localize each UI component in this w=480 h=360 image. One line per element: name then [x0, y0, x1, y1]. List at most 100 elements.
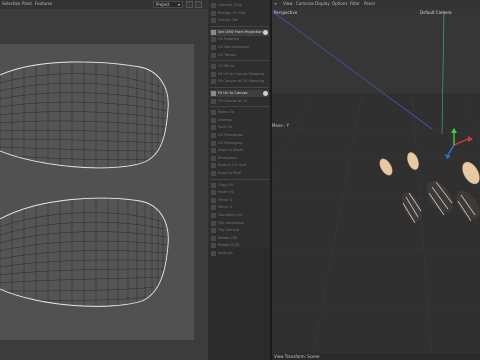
uv-command-item[interactable]: Flip Vertical — [210, 227, 269, 234]
uv-command-item[interactable]: Rotate CCW — [210, 242, 269, 249]
panel-separator — [210, 87, 269, 88]
menu-filter[interactable]: Filter — [350, 1, 360, 7]
uv-command-item[interactable]: Pack UV — [210, 124, 269, 131]
uv-command-item[interactable]: Stretch UV Grid — [210, 162, 269, 169]
command-label: UV Rotation — [218, 37, 240, 42]
uv-command-item[interactable]: Set UVW From Projection — [210, 28, 269, 36]
command-label: Paste UV — [218, 190, 234, 195]
menu-paint[interactable]: Paint — [22, 1, 32, 7]
perspective-viewport[interactable]: Perspective Default Camera Move : Y — [272, 9, 480, 360]
command-icon — [211, 163, 216, 169]
menu-selection[interactable]: Selection — [2, 1, 20, 7]
panel-separator — [210, 106, 269, 108]
uv-commands-panel: Optimal (Cub Realign UV Proj Frontal (Rel S… — [208, 0, 271, 256]
uv-command-item[interactable]: Transform UV — [210, 212, 269, 219]
uv-command-item[interactable]: Mirror U — [210, 197, 269, 204]
command-label: Fit Canvas to UV Mapping — [218, 79, 265, 84]
uv-command-item[interactable]: UV Relaxation — [210, 132, 269, 139]
command-icon — [211, 190, 216, 196]
uv-command-item[interactable]: Copy UV — [210, 182, 269, 189]
viewport-menu-bar: ≡ View Cameras Display Options Filter Pa… — [272, 0, 480, 9]
menu-view[interactable]: View — [283, 1, 293, 7]
uv-command-item[interactable]: Relax UV — [210, 109, 269, 116]
command-label: Mirror V — [218, 205, 233, 210]
command-label: Stretch UV Grid — [218, 163, 246, 168]
status-text: View Transform: Scene — [274, 354, 320, 359]
uv-command-item[interactable]: UV Packaging — [210, 140, 269, 147]
chevron-down-icon: ▾ — [177, 2, 180, 7]
command-icon — [211, 3, 216, 8]
command-label: Transform UV — [218, 213, 243, 217]
command-label: Fit UV to Canvas — [218, 91, 248, 95]
uv-command-item[interactable]: UV Mirror — [210, 63, 269, 70]
panel-separator — [210, 60, 269, 62]
command-icon — [211, 133, 216, 138]
uv-command-item[interactable]: Fit Canvas to UV — [210, 98, 269, 105]
command-icon — [211, 235, 216, 241]
uv-command-item[interactable]: Align to Seam — [210, 147, 269, 154]
command-icon — [211, 125, 216, 131]
menu-panel[interactable]: Panel — [364, 1, 375, 7]
command-icon — [211, 205, 216, 211]
uv-editor-canvas[interactable] — [0, 9, 208, 360]
viewport-hud-label: Move : Y — [272, 123, 290, 128]
command-icon — [211, 251, 216, 256]
projection-dropdown[interactable]: Project ▾ — [153, 1, 183, 8]
uv-command-item[interactable]: Fit UV to Canvas — [210, 90, 269, 97]
uv-command-item[interactable]: Mirror V — [210, 204, 269, 211]
gear-icon[interactable] — [263, 29, 268, 35]
gear-icon[interactable] — [263, 91, 268, 96]
command-icon — [211, 243, 216, 249]
uv-command-item[interactable]: Fit Canvas to UV Mapping — [210, 78, 269, 85]
uv-command-item[interactable]: UV Normalization — [210, 44, 269, 51]
uv-island-top — [0, 61, 169, 168]
command-label: Rotate CW — [218, 235, 237, 240]
command-label: Fit Canvas to UV — [218, 98, 248, 103]
command-icon — [211, 79, 216, 85]
command-label: UV Normalization — [218, 45, 250, 49]
command-icon — [211, 10, 216, 16]
menu-display[interactable]: Display — [315, 1, 330, 7]
command-icon — [211, 52, 216, 58]
uv-command-item[interactable]: UV Terrain — [210, 52, 269, 59]
command-label: Pack UV — [218, 125, 233, 130]
command-icon — [211, 29, 216, 35]
viewport-status-bar: View Transform: Scene — [272, 353, 480, 360]
grid-icon[interactable] — [186, 1, 193, 8]
panel-separator — [210, 178, 269, 180]
viewport-view-name: Perspective — [274, 10, 298, 15]
command-icon — [211, 98, 216, 104]
command-icon — [211, 197, 216, 203]
uv-command-item[interactable]: Settings — [210, 250, 269, 257]
command-label: Align to Seam — [218, 148, 244, 153]
uv-command-item[interactable]: Unwrap — [210, 117, 269, 124]
command-label: Unwrap — [218, 117, 232, 122]
command-icon — [211, 171, 216, 176]
menu-features[interactable]: Features — [35, 1, 52, 7]
viewport-icon[interactable]: ≡ — [274, 1, 277, 7]
command-label: Settings — [218, 251, 233, 255]
command-icon — [211, 64, 216, 70]
uv-command-item[interactable]: Realign UV Proj — [210, 10, 269, 17]
uv-command-item[interactable]: Snap to Pixel — [210, 170, 269, 177]
command-icon — [211, 140, 216, 146]
command-icon — [211, 155, 216, 161]
uv-command-item[interactable]: Fit UV to Canvas Mapping — [210, 71, 269, 78]
command-label: Set UVW From Projection — [218, 29, 263, 34]
texture-icon[interactable] — [195, 1, 202, 8]
uv-command-item[interactable]: Straighten — [210, 155, 269, 162]
viewport-camera-label[interactable]: Default Camera — [420, 10, 452, 15]
command-icon — [211, 213, 216, 218]
command-icon — [211, 117, 216, 123]
uv-command-item[interactable]: UV Rotation — [210, 36, 269, 43]
uv-command-item[interactable]: Frontal (Rel — [210, 17, 269, 24]
uv-command-item[interactable]: Flip Horizontal — [210, 220, 269, 227]
uv-command-item[interactable]: Optimal (Cub — [210, 2, 269, 9]
command-label: UV Relaxation — [218, 133, 244, 137]
command-label: Mirror U — [218, 197, 233, 202]
uv-command-item[interactable]: Rotate CW — [210, 235, 269, 242]
menu-cameras[interactable]: Cameras — [296, 1, 314, 7]
menu-options[interactable]: Options — [332, 1, 347, 7]
command-label: Frontal (Rel — [218, 18, 239, 23]
uv-command-item[interactable]: Paste UV — [210, 189, 269, 196]
